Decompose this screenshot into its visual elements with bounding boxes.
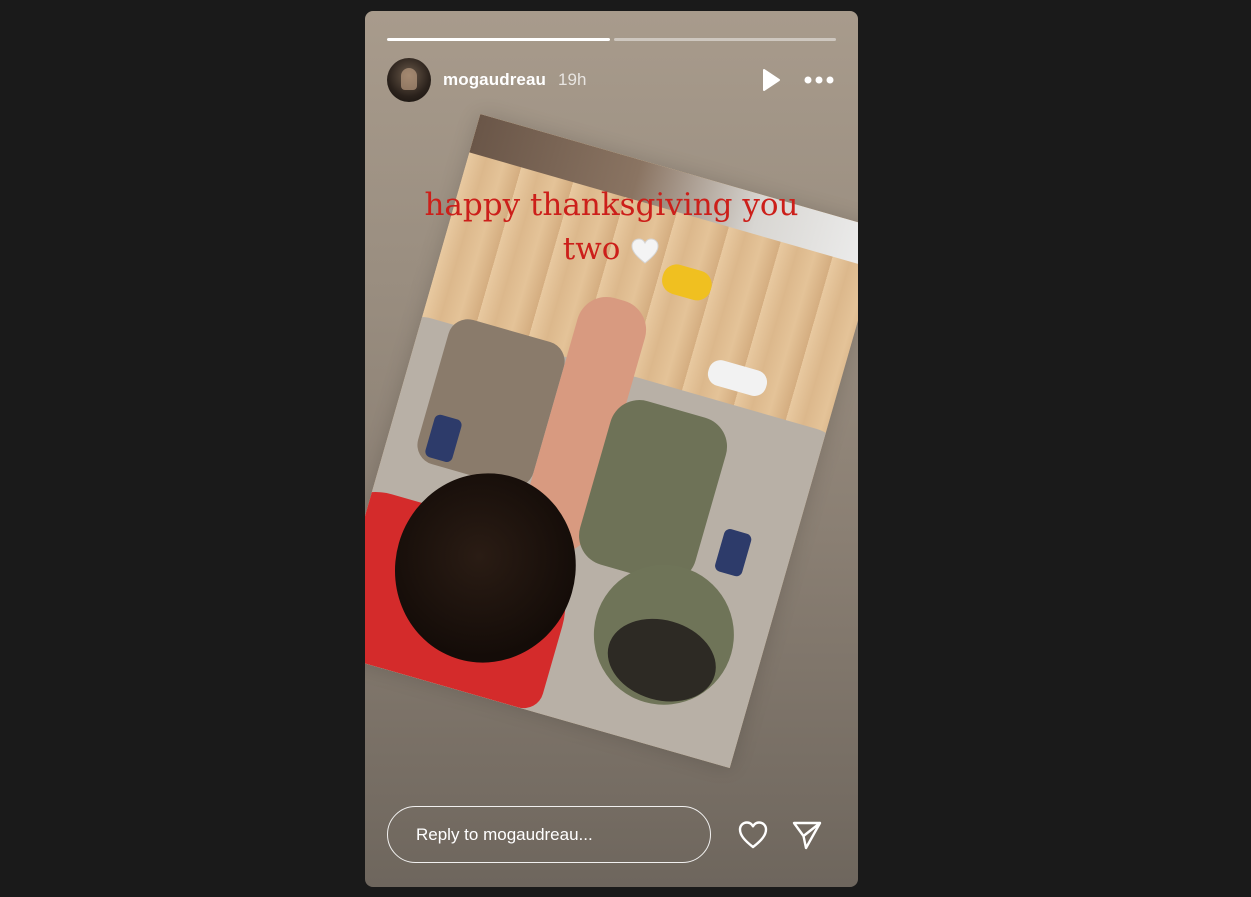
- progress-segment: [387, 38, 610, 41]
- white-heart-icon: [631, 237, 659, 264]
- heart-outline-icon: [738, 820, 768, 848]
- story-viewer: mogaudreau 19h happy thanksgiving you tw…: [365, 11, 858, 887]
- play-icon: [763, 69, 780, 91]
- avatar[interactable]: [387, 58, 431, 102]
- photo-shoe: [705, 357, 770, 399]
- send-icon: [792, 821, 822, 849]
- progress-fill: [387, 38, 610, 41]
- caption-line-2-text: two: [562, 231, 621, 267]
- reply-bar: [387, 804, 836, 865]
- timestamp: 19h: [558, 70, 587, 89]
- reply-input[interactable]: [387, 806, 711, 863]
- more-horizontal-icon: [804, 76, 834, 84]
- like-button[interactable]: [733, 815, 773, 855]
- progress-segment: [613, 38, 836, 41]
- share-button[interactable]: [787, 815, 827, 855]
- story-progress-bar: [387, 38, 836, 41]
- play-button[interactable]: [754, 63, 788, 97]
- more-options-button[interactable]: [802, 63, 836, 97]
- story-header: mogaudreau 19h: [387, 58, 836, 102]
- story-caption: happy thanksgiving you two: [405, 183, 818, 271]
- username-link[interactable]: mogaudreau: [443, 70, 546, 90]
- caption-line-1: happy thanksgiving you: [424, 187, 799, 223]
- caption-line-2: two: [405, 227, 818, 271]
